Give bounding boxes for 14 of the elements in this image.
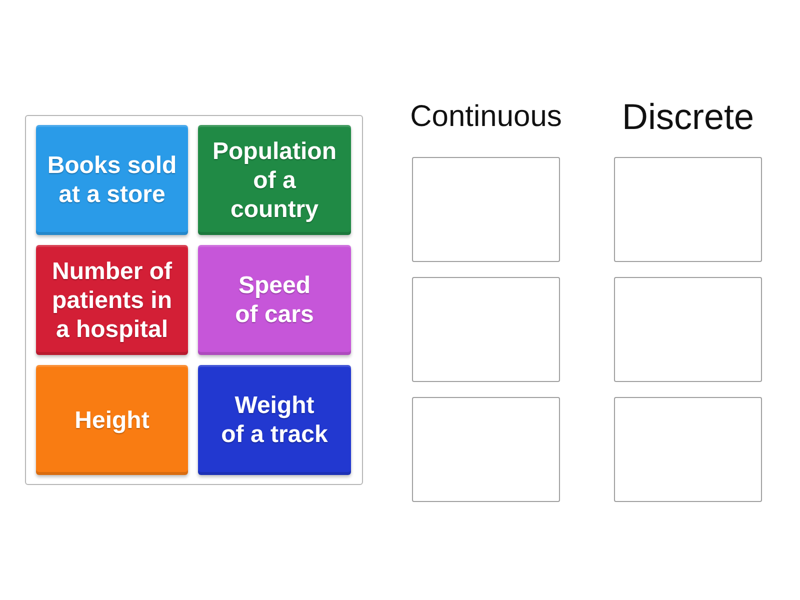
column-heading: Continuous — [410, 102, 562, 132]
answer-tile[interactable]: Height — [36, 365, 188, 475]
drop-zone[interactable] — [412, 157, 560, 262]
answer-tile[interactable]: Books sold at a store — [36, 125, 188, 235]
answer-tile[interactable]: Number of patients in a hospital — [36, 245, 188, 355]
answer-tile[interactable]: Population of a country — [198, 125, 351, 235]
column-heading: Discrete — [622, 99, 754, 135]
answer-tile[interactable]: Weight of a track — [198, 365, 351, 475]
drop-zone[interactable] — [412, 277, 560, 382]
drop-zone[interactable] — [614, 277, 762, 382]
drop-zone[interactable] — [614, 397, 762, 502]
answer-tile[interactable]: Speed of cars — [198, 245, 351, 355]
drop-zone[interactable] — [412, 397, 560, 502]
drop-zone[interactable] — [614, 157, 762, 262]
